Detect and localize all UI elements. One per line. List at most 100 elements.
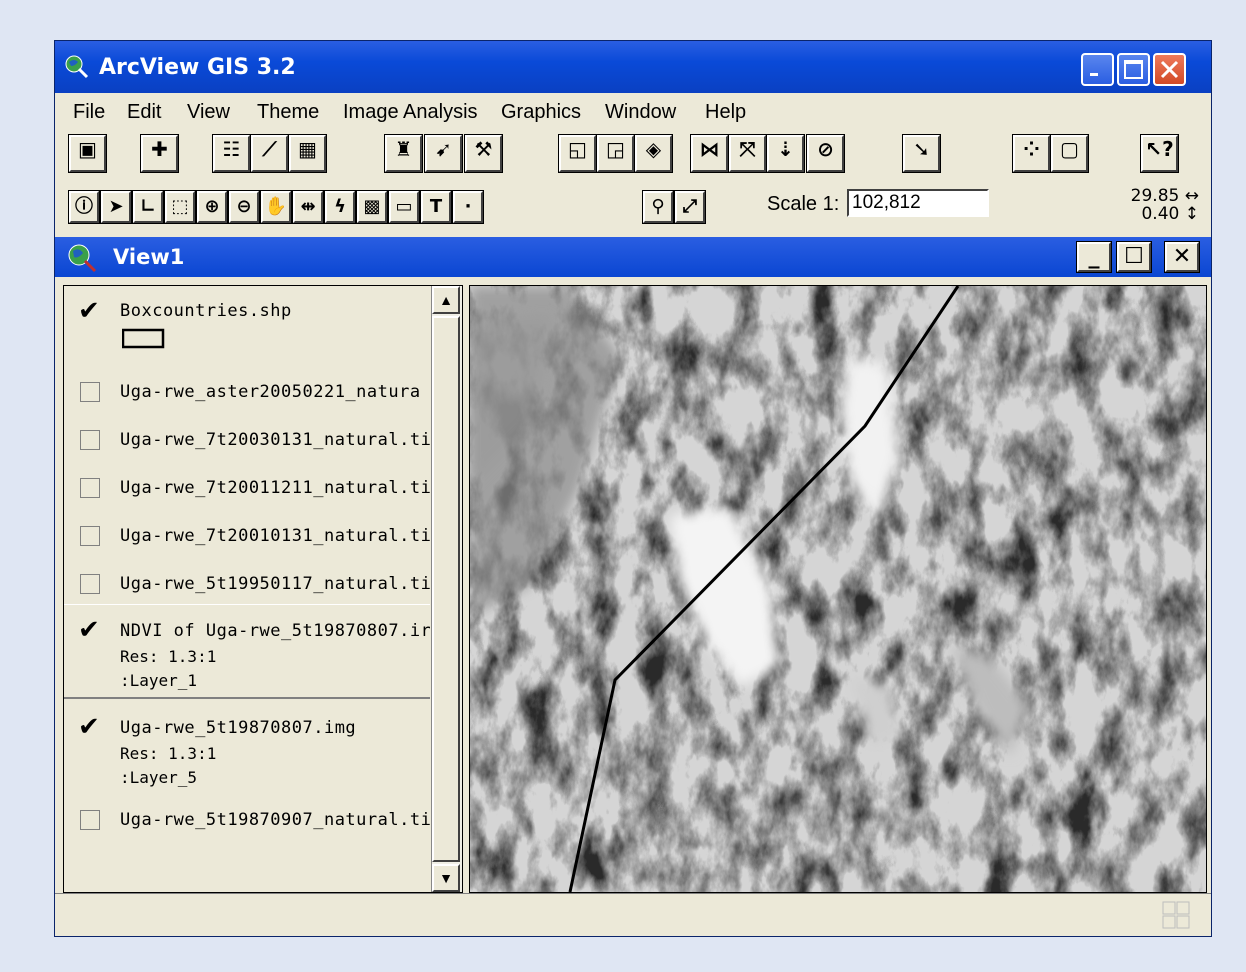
zoom-in-fixed-icon: ⋈ xyxy=(699,137,720,161)
layer-ndvi-selected[interactable]: ✔ NDVI of Uga-rwe_5t19870807.ir Res: 1.3… xyxy=(64,604,430,699)
theme-properties-button[interactable]: ☷ xyxy=(212,134,251,173)
zoom-in-tool[interactable]: ⊕ xyxy=(196,190,228,224)
zoom-to-full-icon: ◈ xyxy=(645,137,662,161)
hotlink-tool[interactable]: ϟ xyxy=(324,190,356,224)
app-title: ArcView GIS 3.2 xyxy=(99,55,296,80)
menu-graphics[interactable]: Graphics xyxy=(501,101,581,124)
arrow-down-icon: ▼ xyxy=(439,870,453,886)
scroll-down-button[interactable]: ▼ xyxy=(432,864,460,892)
tool-bar: ⓘ ➤ ∟ ⬚ ⊕ ⊖ ✋ ⇹ ϟ ▩ ▭ T · ⚲ ⤢ xyxy=(55,187,1211,233)
menu-file[interactable]: File xyxy=(73,101,105,124)
view-titlebar[interactable]: View1 _ ☐ ✕ xyxy=(55,237,1211,277)
layer-item[interactable]: Uga-rwe_7t20030131_natural.tif xyxy=(64,414,430,462)
layout-frame-button[interactable]: ▢ xyxy=(1050,134,1089,173)
layer-item[interactable]: Uga-rwe_aster20050221_natura xyxy=(64,366,430,414)
layer-item[interactable]: Uga-rwe_5t19870907_natural.tif xyxy=(64,792,430,840)
pointer-tool[interactable]: ➤ xyxy=(100,190,132,224)
layer-item[interactable]: Uga-rwe_7t20010131_natural.tif xyxy=(64,510,430,558)
scroll-thumb[interactable] xyxy=(432,316,460,862)
locate-address-button[interactable]: ➹ xyxy=(424,134,463,173)
vertical-arrow-icon: ↕ xyxy=(1184,204,1199,224)
vertex-edit-tool[interactable]: ∟ xyxy=(132,190,164,224)
menu-image-analysis[interactable]: Image Analysis xyxy=(343,101,478,124)
label-tool[interactable]: ▭ xyxy=(388,190,420,224)
layer-item[interactable]: Uga-rwe_7t20011211_natural.tif xyxy=(64,462,430,510)
help-button[interactable]: ↖? xyxy=(1140,134,1179,173)
close-icon xyxy=(1160,60,1179,79)
add-theme-button[interactable]: ✚ xyxy=(140,134,179,173)
point-tool[interactable]: · xyxy=(452,190,484,224)
view-maximize-button[interactable]: ☐ xyxy=(1116,241,1152,273)
button-bar: ▣ ✚ ☷ ⟋ ▦ ♜ ➹ ⚒ ◱ ◲ ◈ ⋈ ⤧ ⇣ ⊘ ➘ ⁘ ▢ ↖? xyxy=(55,133,1211,179)
open-table-button[interactable]: ▦ xyxy=(288,134,327,173)
layer-checkbox[interactable] xyxy=(80,478,100,498)
layer-item[interactable]: Uga-rwe_5t19950117_natural.tif xyxy=(64,558,430,606)
toc-scrollbar[interactable]: ▲ ▼ xyxy=(431,286,462,892)
view-globe-icon xyxy=(68,244,97,273)
close-button[interactable] xyxy=(1153,53,1186,86)
query-builder-icon: ⚒ xyxy=(474,137,493,161)
checkmark-icon[interactable]: ✔ xyxy=(78,714,100,740)
zoom-out-tool[interactable]: ⊖ xyxy=(228,190,260,224)
zoom-out-fixed-button[interactable]: ⤧ xyxy=(728,134,767,173)
zoom-to-active-button[interactable]: ◲ xyxy=(596,134,635,173)
shift-tool[interactable]: ⚲ xyxy=(642,190,674,224)
zoom-out-fixed-icon: ⤧ xyxy=(739,137,756,161)
layout-grid-button[interactable]: ⁘ xyxy=(1012,134,1051,173)
find-icon: ♜ xyxy=(394,137,413,161)
zoom-in-icon: ⊕ xyxy=(204,196,220,217)
layer-img[interactable]: ✔ Uga-rwe_5t19870807.img Res: 1.3:1 :Lay… xyxy=(64,700,430,792)
arrow-up-icon: ▲ xyxy=(439,292,453,308)
identify-tool[interactable]: ⓘ xyxy=(68,190,100,224)
minimize-button[interactable] xyxy=(1081,53,1114,86)
layer-checkbox[interactable] xyxy=(80,430,100,450)
layer-name: Uga-rwe_7t20010131_natural.tif xyxy=(120,526,430,546)
scroll-up-button[interactable]: ▲ xyxy=(432,286,460,314)
find-button[interactable]: ♜ xyxy=(384,134,423,173)
select-by-theme-icon: ◱ xyxy=(568,137,587,161)
menu-theme[interactable]: Theme xyxy=(257,101,319,124)
layer-checkbox[interactable] xyxy=(80,810,100,830)
map-display[interactable] xyxy=(469,285,1207,893)
text-icon: T xyxy=(429,196,443,217)
app-titlebar[interactable]: ArcView GIS 3.2 xyxy=(55,41,1211,93)
area-of-interest-icon: ▩ xyxy=(363,196,381,217)
layer-name: Uga-rwe_5t19870807.img xyxy=(120,718,357,738)
layer-boxcountries[interactable]: ✔ Boxcountries.shp xyxy=(64,286,430,366)
layer-checkbox[interactable] xyxy=(80,574,100,594)
layer-checkbox[interactable] xyxy=(80,382,100,402)
select-feature-icon: ⬚ xyxy=(171,196,189,217)
resize-grip-icon xyxy=(1162,901,1190,929)
save-button[interactable]: ▣ xyxy=(68,134,107,173)
view-title: View1 xyxy=(113,245,185,269)
text-tool[interactable]: T xyxy=(420,190,452,224)
area-of-interest-tool[interactable]: ▩ xyxy=(356,190,388,224)
clear-selection-button[interactable]: ⊘ xyxy=(806,134,845,173)
layer-checkbox[interactable] xyxy=(80,526,100,546)
pan-tool[interactable]: ✋ xyxy=(260,190,292,224)
menu-edit[interactable]: Edit xyxy=(127,101,161,124)
zoom-in-fixed-button[interactable]: ⋈ xyxy=(690,134,729,173)
menu-help[interactable]: Help xyxy=(705,101,746,124)
edit-legend-button[interactable]: ⟋ xyxy=(250,134,289,173)
measure-tool[interactable]: ⇹ xyxy=(292,190,324,224)
maximize-button[interactable] xyxy=(1117,53,1150,86)
point-icon: · xyxy=(464,196,472,217)
zoom-to-full-button[interactable]: ◈ xyxy=(634,134,673,173)
view-minimize-button[interactable]: _ xyxy=(1076,241,1112,273)
scale-input[interactable]: 102,812 xyxy=(847,189,989,217)
select-feature-tool[interactable]: ⬚ xyxy=(164,190,196,224)
select-by-theme-button[interactable]: ◱ xyxy=(558,134,597,173)
select-all-button[interactable]: ➘ xyxy=(902,134,941,173)
zoom-previous-button[interactable]: ⇣ xyxy=(766,134,805,173)
resize-tool[interactable]: ⤢ xyxy=(674,190,706,224)
help-icon: ↖? xyxy=(1145,137,1174,161)
checkmark-icon[interactable]: ✔ xyxy=(78,298,100,324)
view-close-button[interactable]: ✕ xyxy=(1164,241,1200,273)
layer-resolution: Res: 1.3:1 xyxy=(120,647,217,666)
checkmark-icon[interactable]: ✔ xyxy=(78,617,100,643)
query-builder-button[interactable]: ⚒ xyxy=(464,134,503,173)
menu-view[interactable]: View xyxy=(187,101,230,124)
arcview-window: ArcView GIS 3.2 File Edit View Theme Ima… xyxy=(54,40,1212,937)
menu-window[interactable]: Window xyxy=(605,101,676,124)
